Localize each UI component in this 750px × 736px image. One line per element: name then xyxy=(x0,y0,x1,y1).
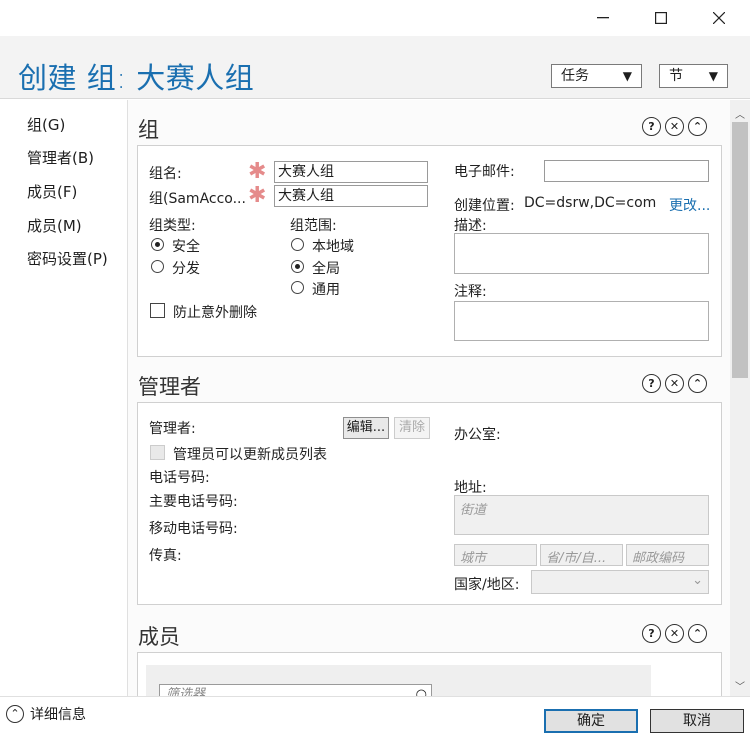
country-label: 国家/地区: xyxy=(454,577,520,593)
help-icon[interactable]: ? xyxy=(642,374,661,393)
scope-global-label: 全局 xyxy=(312,261,340,277)
scroll-up-icon[interactable]: ︿ xyxy=(735,106,745,121)
content-area: 组 ? ✕ ⌃ 组名: ✱ 大赛人组 组(SamAcco... ✱ 大赛人组 组… xyxy=(128,100,730,696)
caret-down-icon: ▼ xyxy=(708,69,718,83)
scope-domain-local-label: 本地域 xyxy=(312,239,354,255)
maximize-icon xyxy=(655,12,667,24)
group-section-panel: 组名: ✱ 大赛人组 组(SamAcco... ✱ 大赛人组 组类型: 安全 分… xyxy=(137,145,722,357)
managed-by-section-title: 管理者 xyxy=(138,375,201,399)
change-location-link[interactable]: 更改... xyxy=(669,195,710,215)
type-distribution-label: 分发 xyxy=(172,261,200,277)
managed-by-section-panel: 管理者: 编辑... 清除 管理员可以更新成员列表 电话号码: 主要电话号码: … xyxy=(137,402,722,605)
nav-item-managed-by[interactable]: 管理者(B) xyxy=(27,147,94,168)
manager-label: 管理者: xyxy=(149,421,196,437)
sections-dropdown[interactable]: 节 ▼ xyxy=(659,64,728,88)
street-input[interactable]: 街道 xyxy=(454,495,709,535)
filter-placeholder: 筛选器 xyxy=(166,687,206,696)
expand-details-icon[interactable]: ⌃ xyxy=(6,705,24,723)
manager-can-update-checkbox[interactable] xyxy=(150,445,165,460)
country-dropdown[interactable]: ⌄ xyxy=(531,570,709,594)
details-label[interactable]: 详细信息 xyxy=(30,704,86,724)
required-star-icon: ✱ xyxy=(248,159,267,184)
protect-deletion-checkbox[interactable] xyxy=(150,303,165,318)
phone-label: 电话号码: xyxy=(149,470,210,486)
close-section-icon[interactable]: ✕ xyxy=(665,624,684,643)
nav-item-members[interactable]: 成员(M) xyxy=(27,215,82,236)
scrollbar-thumb[interactable] xyxy=(732,122,748,378)
search-icon: ○ xyxy=(415,687,427,696)
close-icon xyxy=(713,12,725,24)
collapse-icon[interactable]: ⌃ xyxy=(688,374,707,393)
fax-label: 传真: xyxy=(149,548,182,564)
clear-manager-button[interactable]: 清除 xyxy=(394,417,430,439)
scope-universal-label: 通用 xyxy=(312,282,340,298)
sam-account-input[interactable]: 大赛人组 xyxy=(274,185,428,207)
sam-account-label: 组(SamAcco... xyxy=(149,191,246,207)
ok-button[interactable]: 确定 xyxy=(544,709,638,733)
nav-item-group[interactable]: 组(G) xyxy=(27,114,65,135)
close-section-icon[interactable]: ✕ xyxy=(665,374,684,393)
group-name-input[interactable]: 大赛人组 xyxy=(274,161,428,183)
protect-deletion-label: 防止意外删除 xyxy=(173,305,257,321)
group-scope-label: 组范围: xyxy=(290,218,337,234)
sections-dropdown-label: 节 xyxy=(669,68,683,84)
page-title: 创建 组: 大赛人组 xyxy=(18,61,255,95)
members-section-controls: ? ✕ ⌃ xyxy=(642,624,707,643)
collapse-icon[interactable]: ⌃ xyxy=(688,117,707,136)
create-in-label: 创建位置: xyxy=(454,198,515,214)
city-input[interactable]: 城市 xyxy=(454,544,537,566)
scroll-down-icon[interactable]: ﹀ xyxy=(735,678,745,693)
caret-down-icon: ▼ xyxy=(622,69,632,83)
notes-input[interactable] xyxy=(454,301,709,341)
members-section-panel: 筛选器 ○ xyxy=(137,652,722,696)
maximize-button[interactable] xyxy=(646,8,676,28)
members-filter-input[interactable]: 筛选器 ○ xyxy=(159,684,432,696)
nav-item-member-of[interactable]: 成员(F) xyxy=(27,181,77,202)
type-security-radio[interactable] xyxy=(151,238,164,251)
chevron-down-icon: ⌄ xyxy=(692,573,703,588)
managed-by-section-controls: ? ✕ ⌃ xyxy=(642,374,707,393)
email-label: 电子邮件: xyxy=(454,164,515,180)
minimize-icon xyxy=(597,17,609,19)
help-icon[interactable]: ? xyxy=(642,624,661,643)
cancel-button[interactable]: 取消 xyxy=(650,709,744,733)
create-in-value: DC=dsrw,DC=com xyxy=(524,195,657,211)
mobile-phone-label: 移动电话号码: xyxy=(149,521,238,537)
address-label: 地址: xyxy=(454,480,487,496)
type-security-label: 安全 xyxy=(172,239,200,255)
type-distribution-radio[interactable] xyxy=(151,260,164,273)
scope-domain-local-radio[interactable] xyxy=(291,238,304,251)
section-nav: 组(G) 管理者(B) 成员(F) 成员(M) 密码设置(P) xyxy=(0,100,128,696)
minimize-button[interactable] xyxy=(588,8,618,28)
zip-input[interactable]: 邮政编码 xyxy=(626,544,709,566)
edit-manager-button[interactable]: 编辑... xyxy=(343,417,389,439)
scope-universal-radio[interactable] xyxy=(291,281,304,294)
members-section-title: 成员 xyxy=(138,625,180,649)
office-label: 办公室: xyxy=(454,427,501,443)
collapse-icon[interactable]: ⌃ xyxy=(688,624,707,643)
description-input[interactable] xyxy=(454,233,709,274)
vertical-scrollbar[interactable]: ︿ ﹀ xyxy=(730,100,750,696)
manager-can-update-label: 管理员可以更新成员列表 xyxy=(173,447,327,463)
main-phone-label: 主要电话号码: xyxy=(149,494,238,510)
group-section-controls: ? ✕ ⌃ xyxy=(642,117,707,136)
tasks-dropdown-label: 任务 xyxy=(561,68,589,84)
group-name-label: 组名: xyxy=(149,166,182,182)
email-input[interactable] xyxy=(544,160,709,182)
group-type-label: 组类型: xyxy=(149,218,196,234)
description-label: 描述: xyxy=(454,218,487,234)
required-star-icon: ✱ xyxy=(248,183,267,208)
help-icon[interactable]: ? xyxy=(642,117,661,136)
close-window-button[interactable] xyxy=(704,8,734,28)
state-input[interactable]: 省/市/自... xyxy=(540,544,623,566)
tasks-dropdown[interactable]: 任务 ▼ xyxy=(551,64,642,88)
notes-label: 注释: xyxy=(454,284,487,300)
group-section-title: 组 xyxy=(138,118,159,142)
nav-item-password-settings[interactable]: 密码设置(P) xyxy=(27,248,108,269)
scope-global-radio[interactable] xyxy=(291,260,304,273)
members-list-area: 筛选器 ○ xyxy=(146,665,651,696)
title-bar xyxy=(0,0,750,36)
close-section-icon[interactable]: ✕ xyxy=(665,117,684,136)
